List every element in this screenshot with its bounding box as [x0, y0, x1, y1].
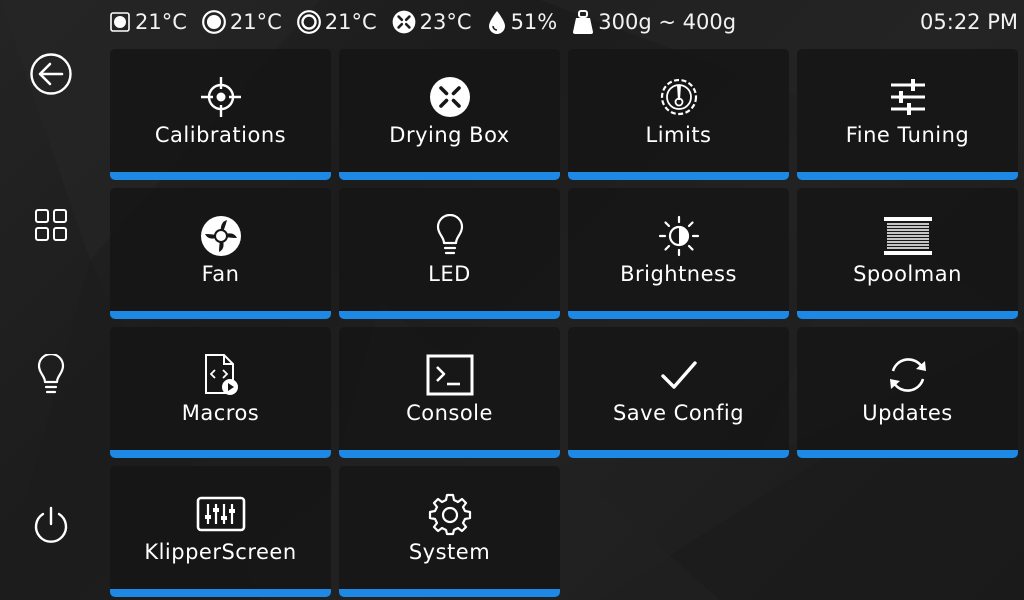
lightbulb-icon [436, 214, 463, 255]
drying-box-temp: 23°C [419, 10, 472, 34]
accent-bar [110, 172, 331, 180]
system-button[interactable]: System [339, 466, 560, 597]
macros-button[interactable]: Macros [110, 327, 331, 458]
spool-icon [883, 217, 932, 255]
accent-bar [797, 172, 1018, 180]
grid-icon [35, 209, 67, 241]
chamber-icon [296, 10, 321, 34]
home-grid-button[interactable] [20, 194, 82, 256]
limits-label: Limits [645, 123, 712, 147]
accent-bar [110, 450, 331, 458]
calibrations-label: Calibrations [154, 123, 287, 147]
brightness-button[interactable]: Brightness [568, 188, 789, 319]
updates-button[interactable]: Updates [797, 327, 1018, 458]
brightness-icon [658, 215, 699, 257]
terminal-icon [426, 354, 473, 396]
macro-file-icon [204, 354, 238, 395]
screen: 21°C 21°C 21°C 23°C 51% 300g ~ 400g 05:2… [0, 0, 1024, 600]
bed-temp: 21°C [229, 10, 282, 34]
fine-tuning-label: Fine Tuning [845, 123, 970, 147]
accent-bar [110, 311, 331, 319]
extruder-temp: 21°C [135, 10, 187, 34]
accent-bar [339, 172, 560, 180]
light-toggle-button[interactable] [20, 344, 82, 406]
updates-label: Updates [862, 401, 953, 425]
console-button[interactable]: Console [339, 327, 560, 458]
mixer-icon [196, 496, 245, 532]
klipperscreen-button[interactable]: KlipperScreen [110, 466, 331, 597]
klipperscreen-label: KlipperScreen [144, 540, 297, 564]
humidity-status[interactable]: 51% [486, 9, 558, 35]
brightness-label: Brightness [620, 262, 737, 286]
accent-bar [339, 589, 560, 597]
chamber-temp: 21°C [324, 10, 377, 34]
weight-icon [573, 10, 594, 34]
accent-bar [568, 450, 789, 458]
limits-button[interactable]: Limits [568, 49, 789, 180]
back-button[interactable] [20, 43, 82, 105]
filament-weight: 300g ~ 400g [598, 10, 737, 34]
power-button[interactable] [20, 495, 82, 557]
status-bar: 21°C 21°C 21°C 23°C 51% 300g ~ 400g [108, 6, 736, 38]
menu-grid: Calibrations Drying Box Limits Fine Tuni… [110, 49, 1018, 597]
accent-bar [110, 589, 331, 597]
console-label: Console [406, 401, 493, 425]
back-arrow-icon [30, 53, 72, 95]
refresh-icon [889, 358, 926, 392]
save-config-label: Save Config [612, 401, 745, 425]
fan-button[interactable]: Fan [110, 188, 331, 319]
bed-icon [201, 10, 226, 34]
gear-icon [428, 493, 471, 536]
drying-box-status[interactable]: 23°C [391, 9, 472, 35]
save-config-button[interactable]: Save Config [568, 327, 789, 458]
fan-label: Fan [201, 262, 240, 286]
led-label: LED [428, 262, 471, 286]
macros-label: Macros [181, 401, 260, 425]
drying-box-label: Drying Box [389, 123, 510, 147]
extruder-status[interactable]: 21°C [108, 10, 187, 34]
accent-bar [797, 311, 1018, 319]
spoolman-label: Spoolman [853, 262, 962, 286]
drying-box-button[interactable]: Drying Box [339, 49, 560, 180]
fan-icon [200, 216, 241, 256]
power-icon [34, 506, 68, 543]
speed-gauge-icon [660, 78, 697, 116]
spoolman-button[interactable]: Spoolman [797, 188, 1018, 319]
bed-status[interactable]: 21°C [201, 9, 282, 35]
clock: 05:22 PM [920, 10, 1018, 34]
accent-bar [797, 450, 1018, 458]
led-button[interactable]: LED [339, 188, 560, 319]
system-label: System [408, 540, 491, 564]
filament-weight-status[interactable]: 300g ~ 400g [571, 9, 736, 35]
extruder-icon [110, 12, 130, 32]
chamber-status[interactable]: 21°C [296, 9, 377, 35]
crosshair-icon [200, 77, 241, 117]
fine-tuning-button[interactable]: Fine Tuning [797, 49, 1018, 180]
humidity-value: 51% [510, 10, 558, 34]
lightbulb-icon [37, 354, 65, 394]
drying-box-icon [429, 77, 470, 117]
accent-bar [568, 311, 789, 319]
humidity-drop-icon [488, 11, 505, 34]
calibrations-button[interactable]: Calibrations [110, 49, 331, 180]
accent-bar [339, 311, 560, 319]
checkmark-icon [660, 361, 697, 389]
drying-box-icon [392, 10, 416, 34]
accent-bar [339, 450, 560, 458]
accent-bar [568, 172, 789, 180]
sliders-icon [890, 79, 925, 115]
